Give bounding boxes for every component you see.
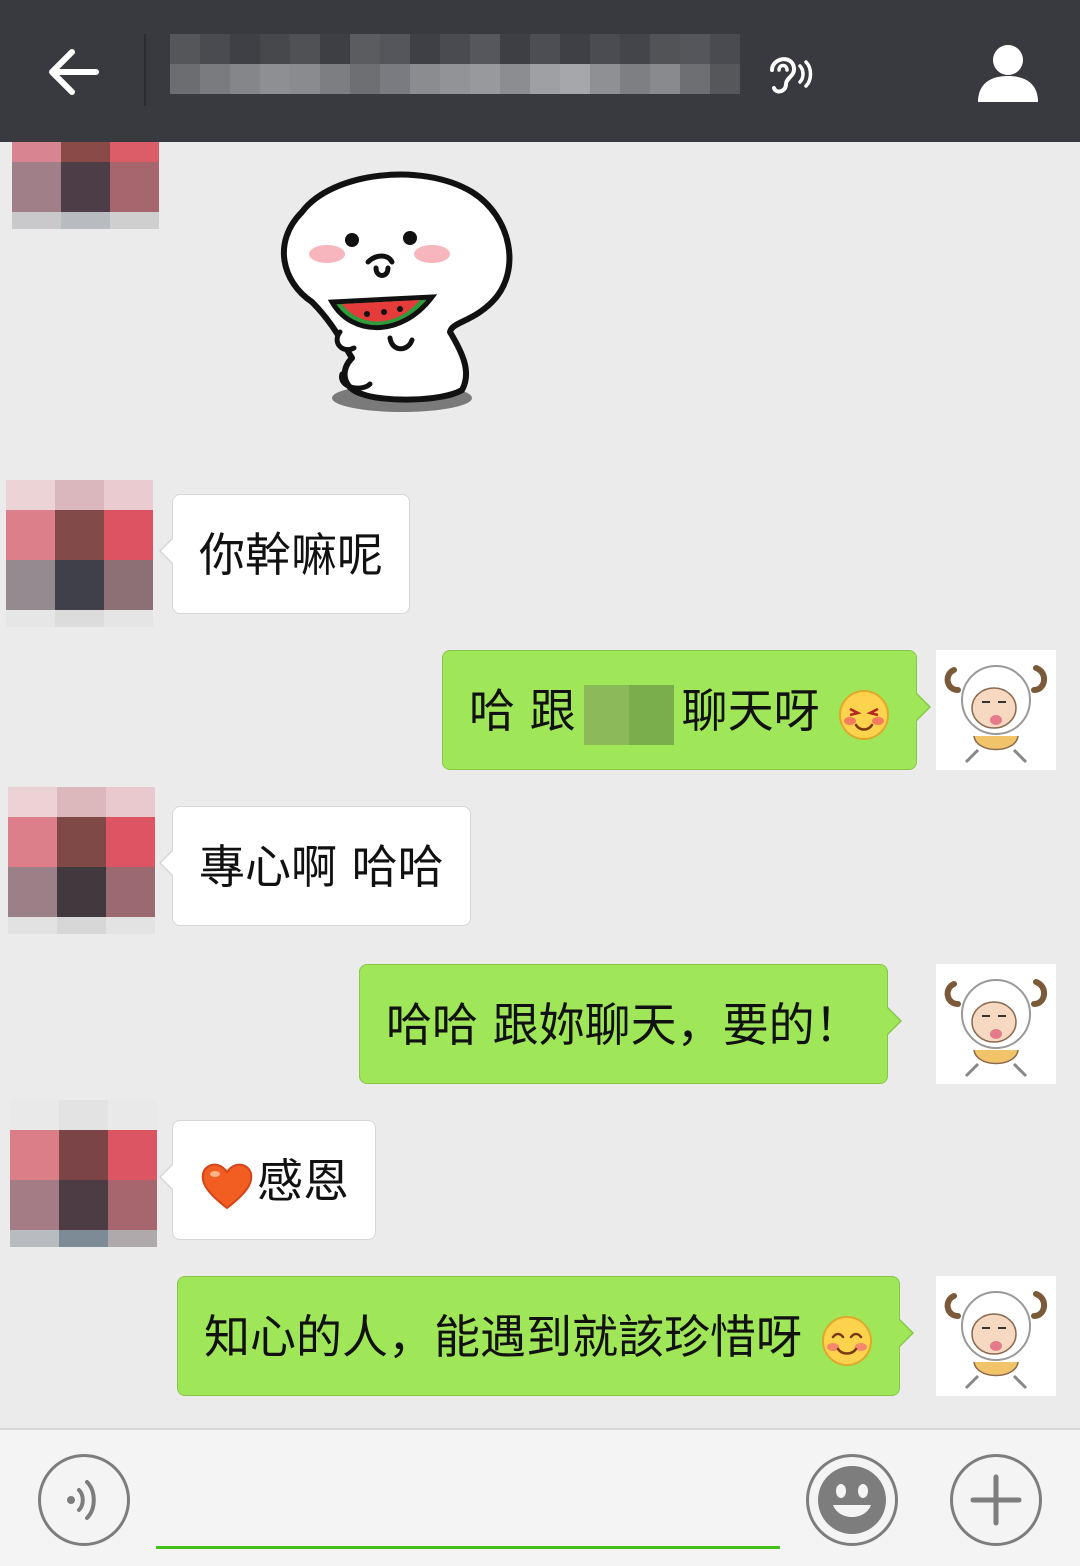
arrow-left-icon[interactable] [40,40,104,104]
avatar[interactable] [6,480,153,627]
chat-area[interactable]: 你幹嘛呢 哈 跟聊天呀 專心啊 哈哈 哈哈 跟妳聊天，要的！ 感恩 知心的人，能… [0,142,1080,1428]
received-message-bubble[interactable]: 感恩 [159,1120,376,1240]
emoji-button[interactable] [806,1454,898,1546]
message-text: 專心啊 哈哈 [199,840,444,894]
watermelon-sticker[interactable] [272,162,524,422]
header-divider [144,34,146,106]
voice-input-icon [67,1480,96,1520]
message-text: 哈 跟 [469,684,576,738]
message-text: 你幹嘛呢 [199,528,383,582]
chat-title-pixelated [170,34,740,94]
sheep-avatar-icon [944,979,1047,1078]
sheep-avatar-icon [944,1291,1047,1390]
sent-message-bubble[interactable]: 知心的人，能遇到就該珍惜呀 [177,1276,914,1396]
person-icon[interactable] [976,40,1040,104]
blushing-face-icon [839,689,890,740]
plus-button[interactable] [950,1454,1042,1546]
redacted-name [583,684,674,745]
message-text: 聊天呀 [681,684,820,738]
message-text: 哈哈 跟妳聊天，要的！ [386,998,861,1052]
sent-message-bubble[interactable]: 哈哈 跟妳聊天，要的！ [359,964,902,1084]
avatar[interactable] [8,787,155,934]
smiling-face-icon [821,1315,872,1366]
avatar[interactable] [10,1100,157,1247]
plus-icon [970,1474,1022,1526]
message-input[interactable] [156,1546,780,1549]
sheep-avatar-icon [944,665,1047,764]
avatar[interactable] [12,142,159,229]
my-avatar[interactable] [936,1276,1056,1396]
input-bar [0,1428,1080,1566]
emoji-icon [818,1466,886,1534]
message-text: 感恩 [257,1154,349,1208]
sent-message-bubble[interactable]: 哈 跟 聊天呀 [442,650,932,770]
heart-icon [201,1163,253,1209]
received-message-bubble[interactable]: 你幹嘛呢 [159,494,410,614]
top-bar [0,0,1080,142]
message-text: 知心的人，能遇到就該珍惜呀 [204,1310,802,1364]
voice-input-button[interactable] [38,1454,130,1546]
earpiece-mode-icon[interactable] [762,52,814,96]
received-message-bubble[interactable]: 專心啊 哈哈 [159,806,471,926]
my-avatar[interactable] [936,964,1056,1084]
my-avatar[interactable] [936,650,1056,770]
